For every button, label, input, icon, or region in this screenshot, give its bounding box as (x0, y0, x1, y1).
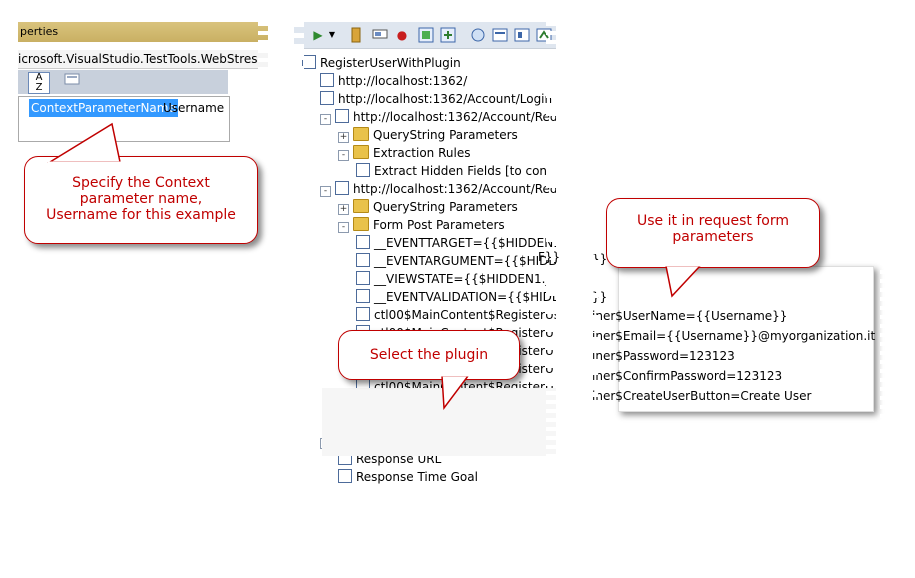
sort-alphabetical-icon[interactable]: AZ (28, 72, 50, 94)
folder-icon (353, 145, 369, 159)
folder-icon (353, 199, 369, 213)
stop-icon[interactable]: ● (394, 27, 410, 43)
webtest-tree-panel: ▶ ▼ ● RegisterUserWithPlugin http://local… (294, 22, 556, 555)
fragment-text: F}} (538, 250, 561, 264)
param-icon (356, 271, 370, 285)
tree-item-label: ctl00$MainContent$RegisterUs (374, 308, 556, 322)
tree-item[interactable]: Response Time Goal (338, 468, 478, 486)
add-request-icon[interactable] (348, 27, 364, 43)
param-icon (356, 307, 370, 321)
tree-item[interactable]: __EVENTARGUMENT={{$HIDD (356, 252, 556, 270)
tree-item-label: QueryString Parameters (373, 200, 518, 214)
tree-item-label: http://localhost:1362/Account/Registe (353, 110, 556, 124)
callout-text: Select the plugin (369, 347, 489, 363)
collapse-icon[interactable]: - (320, 114, 331, 125)
expand-icon[interactable]: + (338, 204, 349, 215)
tree-item[interactable]: + QueryString Parameters (338, 198, 518, 216)
form-params-panel: }} }} iner$UserName={{Username}} iner$Em… (588, 18, 890, 555)
collapse-icon[interactable]: - (338, 222, 349, 233)
object-selector[interactable]: icrosoft.VisualStudio.TestTools.WebStres (18, 50, 268, 69)
callout-text: Username for this example (46, 207, 236, 223)
param-icon (356, 235, 370, 249)
tree-item-label: Response Time Goal (356, 470, 478, 484)
refresh-icon[interactable] (470, 27, 486, 43)
request-icon (320, 91, 334, 105)
properties-title: perties (18, 22, 268, 42)
tree-item[interactable]: RegisterUserWithPlugin (302, 54, 461, 72)
tree-item[interactable]: __EVENTVALIDATION={{$HIDD (356, 288, 556, 306)
tree-item-label: __VIEWSTATE={{$HIDDEN1.__V (374, 272, 556, 286)
collapse-icon[interactable]: - (338, 150, 349, 161)
settings-icon[interactable] (514, 27, 530, 43)
request-icon (335, 109, 349, 123)
tree-item[interactable]: + QueryString Parameters (338, 126, 518, 144)
callout-pointer (664, 264, 704, 298)
callout-text: Use it in request form (637, 213, 789, 229)
tree-item[interactable]: - Form Post Parameters (338, 216, 505, 234)
rule-icon (356, 163, 370, 177)
tree-item[interactable]: - http://localhost:1362/Account/Registe (320, 108, 556, 126)
param-icon (356, 253, 370, 267)
parameterize-icon[interactable] (372, 27, 388, 43)
tree-item-label: RegisterUserWithPlugin (320, 56, 461, 70)
tree-item-label: QueryString Parameters (373, 128, 518, 142)
tree-item[interactable]: - http://localhost:1362/Account/Regist (320, 180, 556, 198)
property-name-cell[interactable]: ContextParameterName (29, 99, 178, 117)
webtest-tree: RegisterUserWithPlugin http://localhost:1… (294, 52, 556, 552)
param-icon (356, 289, 370, 303)
callout-pointer (440, 374, 472, 410)
callout-text: Specify the Context (72, 175, 210, 191)
property-pages-icon[interactable] (62, 72, 82, 92)
expand-icon[interactable]: + (338, 132, 349, 143)
webtest-toolbar: ▶ ▼ ● (294, 22, 556, 49)
tree-item-label: http://localhost:1362/Account/Regist (353, 182, 556, 196)
properties-panel: perties icrosoft.VisualStudio.TestTools.… (18, 22, 268, 555)
data-source-icon[interactable] (492, 27, 508, 43)
collapse-icon[interactable]: - (320, 186, 331, 197)
form-value-line: iner$Email={{Username}}@myorganization.i… (592, 329, 876, 343)
tree-item[interactable]: http://localhost:1362/ (320, 72, 467, 90)
form-value-line: iner$UserName={{Username}} (592, 309, 788, 323)
callout-text: parameter name, (79, 191, 203, 207)
property-value-cell[interactable]: Username (163, 99, 224, 117)
tree-item[interactable]: __EVENTTARGET={{$HIDDEN1._ (356, 234, 556, 252)
tree-item[interactable]: Extract Hidden Fields [to con (356, 162, 547, 180)
tree-item[interactable]: ctl00$MainContent$RegisterUs (356, 306, 556, 324)
tree-item-label: Form Post Parameters (373, 218, 505, 232)
rule-icon (338, 469, 352, 483)
tree-item-label: __EVENTTARGET={{$HIDDEN1._ (374, 236, 556, 250)
tree-item-label: http://localhost:1362/ (338, 74, 468, 88)
tree-item-label: __EVENTVALIDATION={{$HIDD (374, 290, 556, 304)
extract-icon[interactable] (440, 27, 456, 43)
callout-use-in-form: Use it in request form parameters (606, 198, 820, 268)
request-icon (335, 181, 349, 195)
tree-item-label: Extract Hidden Fields [to con (374, 164, 548, 178)
callout-pointer (47, 122, 124, 164)
tree-item[interactable]: http://localhost:1362/Account/Login (320, 90, 552, 108)
callout-text: parameters (672, 229, 754, 245)
form-value-line: iner$Password=123123 (592, 349, 735, 363)
tree-item-label: __EVENTARGUMENT={{$HIDD (374, 254, 556, 268)
request-icon (320, 73, 334, 87)
folder-icon (353, 127, 369, 141)
callout-select-plugin: Select the plugin (338, 330, 520, 380)
tree-item[interactable]: __VIEWSTATE={{$HIDDEN1.__V (356, 270, 556, 288)
tree-item[interactable]: - Extraction Rules (338, 144, 470, 162)
tree-item-label: Extraction Rules (373, 146, 471, 160)
folder-icon (353, 217, 369, 231)
dropdown-arrow-icon[interactable]: ▼ (324, 27, 340, 43)
callout-specify-parameter: Specify the Context parameter name, User… (24, 156, 258, 244)
form-value-line: iner$ConfirmPassword=123123 (592, 369, 783, 383)
form-value-line: iner$CreateUserButton=Create User (592, 389, 812, 403)
tree-item-label: http://localhost:1362/Account/Login (338, 92, 553, 106)
add-rule-icon[interactable] (418, 27, 434, 43)
test-icon (302, 55, 316, 69)
form-values-list: iner$UserName={{Username}} iner$Email={{… (592, 308, 882, 428)
properties-toolbar: AZ (18, 70, 228, 94)
